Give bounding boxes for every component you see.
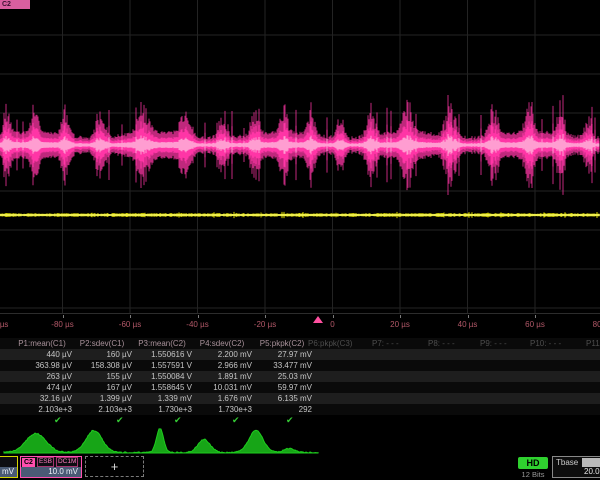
param-value: 1.399 µV (72, 394, 132, 403)
param-value: 363.98 µV (12, 361, 72, 370)
status-check-icon: ✔ (116, 415, 124, 426)
c2-tag-chip: ESB (37, 457, 54, 467)
axis-tick-label: -100 µs (0, 320, 8, 329)
param-header[interactable]: P2:sdev(C1) (72, 339, 132, 348)
c2-coupling-chip: DC1M (56, 457, 78, 467)
measurement-status-row: ✔ ✔ ✔ ✔ ✔ (0, 415, 600, 426)
status-check-icon: ✔ (174, 415, 182, 426)
table-row: 363.98 µV158.308 µV1.557591 V2.966 mV33.… (0, 360, 600, 371)
param-value: 1.730e+3 (192, 405, 252, 414)
param-value: 25.03 mV (252, 372, 329, 381)
axis-tick (130, 315, 131, 318)
axis-tick-label: -80 µs (51, 320, 73, 329)
table-row: 2.103e+32.103e+31.730e+31.730e+3292 (0, 404, 600, 415)
param-value: 1.557591 V (132, 361, 192, 370)
axis-tick-label: -60 µs (119, 320, 141, 329)
param-header[interactable]: P5:pkpk(C2) (252, 339, 312, 348)
param-value: 2.200 mV (192, 350, 252, 359)
param-header-unused[interactable]: P9: - - - (480, 339, 507, 348)
param-value: 167 µV (72, 383, 132, 392)
param-value: 158.308 µV (72, 361, 132, 370)
param-value: 1.339 mV (132, 394, 192, 403)
param-value: 292 (252, 405, 329, 414)
param-value: 2.966 mV (192, 361, 252, 370)
timebase-axis: -100 µs -80 µs -60 µs -40 µs -20 µs 0 20 µs 40 … (0, 314, 600, 336)
axis-tick (535, 315, 536, 318)
param-header-unused[interactable]: P7: - - - (372, 339, 399, 348)
c2-channel-badge: C2 (22, 458, 35, 467)
add-trace-button[interactable]: + (85, 456, 144, 477)
status-check-icon: ✔ (232, 415, 240, 426)
trace-label-badge[interactable]: C2 (0, 0, 30, 9)
measurement-table: P1:mean(C1)P2:sdev(C1)P3:mean(C2)P4:sdev… (0, 338, 600, 415)
param-value: 1.550616 V (132, 350, 192, 359)
axis-tick-label: -20 µs (254, 320, 276, 329)
param-value: 1.730e+3 (132, 405, 192, 414)
table-row: 32.16 µV1.399 µV1.339 mV1.676 mV6.135 mV (0, 393, 600, 404)
param-value: 160 µV (72, 350, 132, 359)
param-header-unused[interactable]: P11 (586, 339, 600, 348)
channel-c2-descriptor[interactable]: C2 ESB DC1M 10.0 mV (20, 456, 82, 478)
param-value: 1.676 mV (192, 394, 252, 403)
histogram-trace (0, 428, 600, 455)
param-header-unused[interactable]: P6:pkpk(C3) (308, 339, 352, 348)
tbase-readout-clipped (582, 458, 600, 467)
param-header-unused[interactable]: P8: - - - (428, 339, 455, 348)
axis-tick (333, 315, 334, 318)
waveform-grid (0, 0, 600, 314)
status-check-icon: ✔ (286, 415, 294, 426)
axis-tick (198, 315, 199, 318)
axis-tick-label: 0 (330, 320, 334, 329)
axis-tick-label: 20 µs (390, 320, 410, 329)
param-value: 27.97 mV (252, 350, 329, 359)
param-value: 440 µV (12, 350, 72, 359)
table-row: 263 µV155 µV1.550084 V1.891 mV25.03 mV (0, 371, 600, 382)
param-value: 2.103e+3 (72, 405, 132, 414)
tbase-label: Tbase (556, 458, 578, 467)
param-header[interactable]: P4:sdev(C2) (192, 339, 252, 348)
param-value: 6.135 mV (252, 394, 329, 403)
param-value: 1.558645 V (132, 383, 192, 392)
param-value: 474 µV (12, 383, 72, 392)
plus-icon: + (111, 459, 119, 474)
table-row: 474 µV167 µV1.558645 V10.031 mV59.97 mV (0, 382, 600, 393)
param-value: 263 µV (12, 372, 72, 381)
axis-tick-label: 80 µs (593, 320, 600, 329)
hd-mode-badge[interactable]: HD (518, 457, 548, 469)
status-check-icon: ✔ (54, 415, 62, 426)
axis-tick (400, 315, 401, 318)
hd-bits-label: 12 Bits (510, 470, 556, 479)
param-value: 32.16 µV (12, 394, 72, 403)
axis-tick-label: 60 µs (525, 320, 545, 329)
timebase-descriptor[interactable]: Tbase 20.0 µs/div (552, 456, 600, 478)
c2-volts-per-div: 10.0 mV (21, 467, 81, 477)
descriptor-bar: C1 DC1M 10.0 mV C2 ESB DC1M 10.0 mV + HD… (0, 454, 600, 480)
param-header[interactable]: P1:mean(C1) (12, 339, 72, 348)
axis-tick (468, 315, 469, 318)
param-header[interactable]: P3:mean(C2) (132, 339, 192, 348)
param-value: 2.103e+3 (12, 405, 72, 414)
axis-tick-label: 40 µs (458, 320, 478, 329)
c1-volts-per-div: 10.0 mV (0, 467, 17, 477)
param-value: 10.031 mV (192, 383, 252, 392)
param-header-unused[interactable]: P10: - - - (530, 339, 561, 348)
trigger-position-icon[interactable] (313, 316, 323, 323)
table-row: P1:mean(C1)P2:sdev(C1)P3:mean(C2)P4:sdev… (0, 338, 600, 349)
oscilloscope-screen: C2 -100 µs -80 µs -60 µs -40 µs -20 µs 0 20 µs… (0, 0, 600, 480)
axis-tick (265, 315, 266, 318)
channel-c1-descriptor[interactable]: C1 DC1M 10.0 mV (0, 456, 18, 478)
axis-tick-label: -40 µs (186, 320, 208, 329)
param-value: 155 µV (72, 372, 132, 381)
param-value: 33.477 mV (252, 361, 329, 370)
param-value: 59.97 mV (252, 383, 329, 392)
tbase-time-per-div: 20.0 µs/div (584, 467, 600, 477)
table-row: 440 µV160 µV1.550616 V2.200 mV27.97 mV (0, 349, 600, 360)
trace-path (4, 429, 318, 453)
param-value: 1.891 mV (192, 372, 252, 381)
param-value: 1.550084 V (132, 372, 192, 381)
axis-tick (63, 315, 64, 318)
